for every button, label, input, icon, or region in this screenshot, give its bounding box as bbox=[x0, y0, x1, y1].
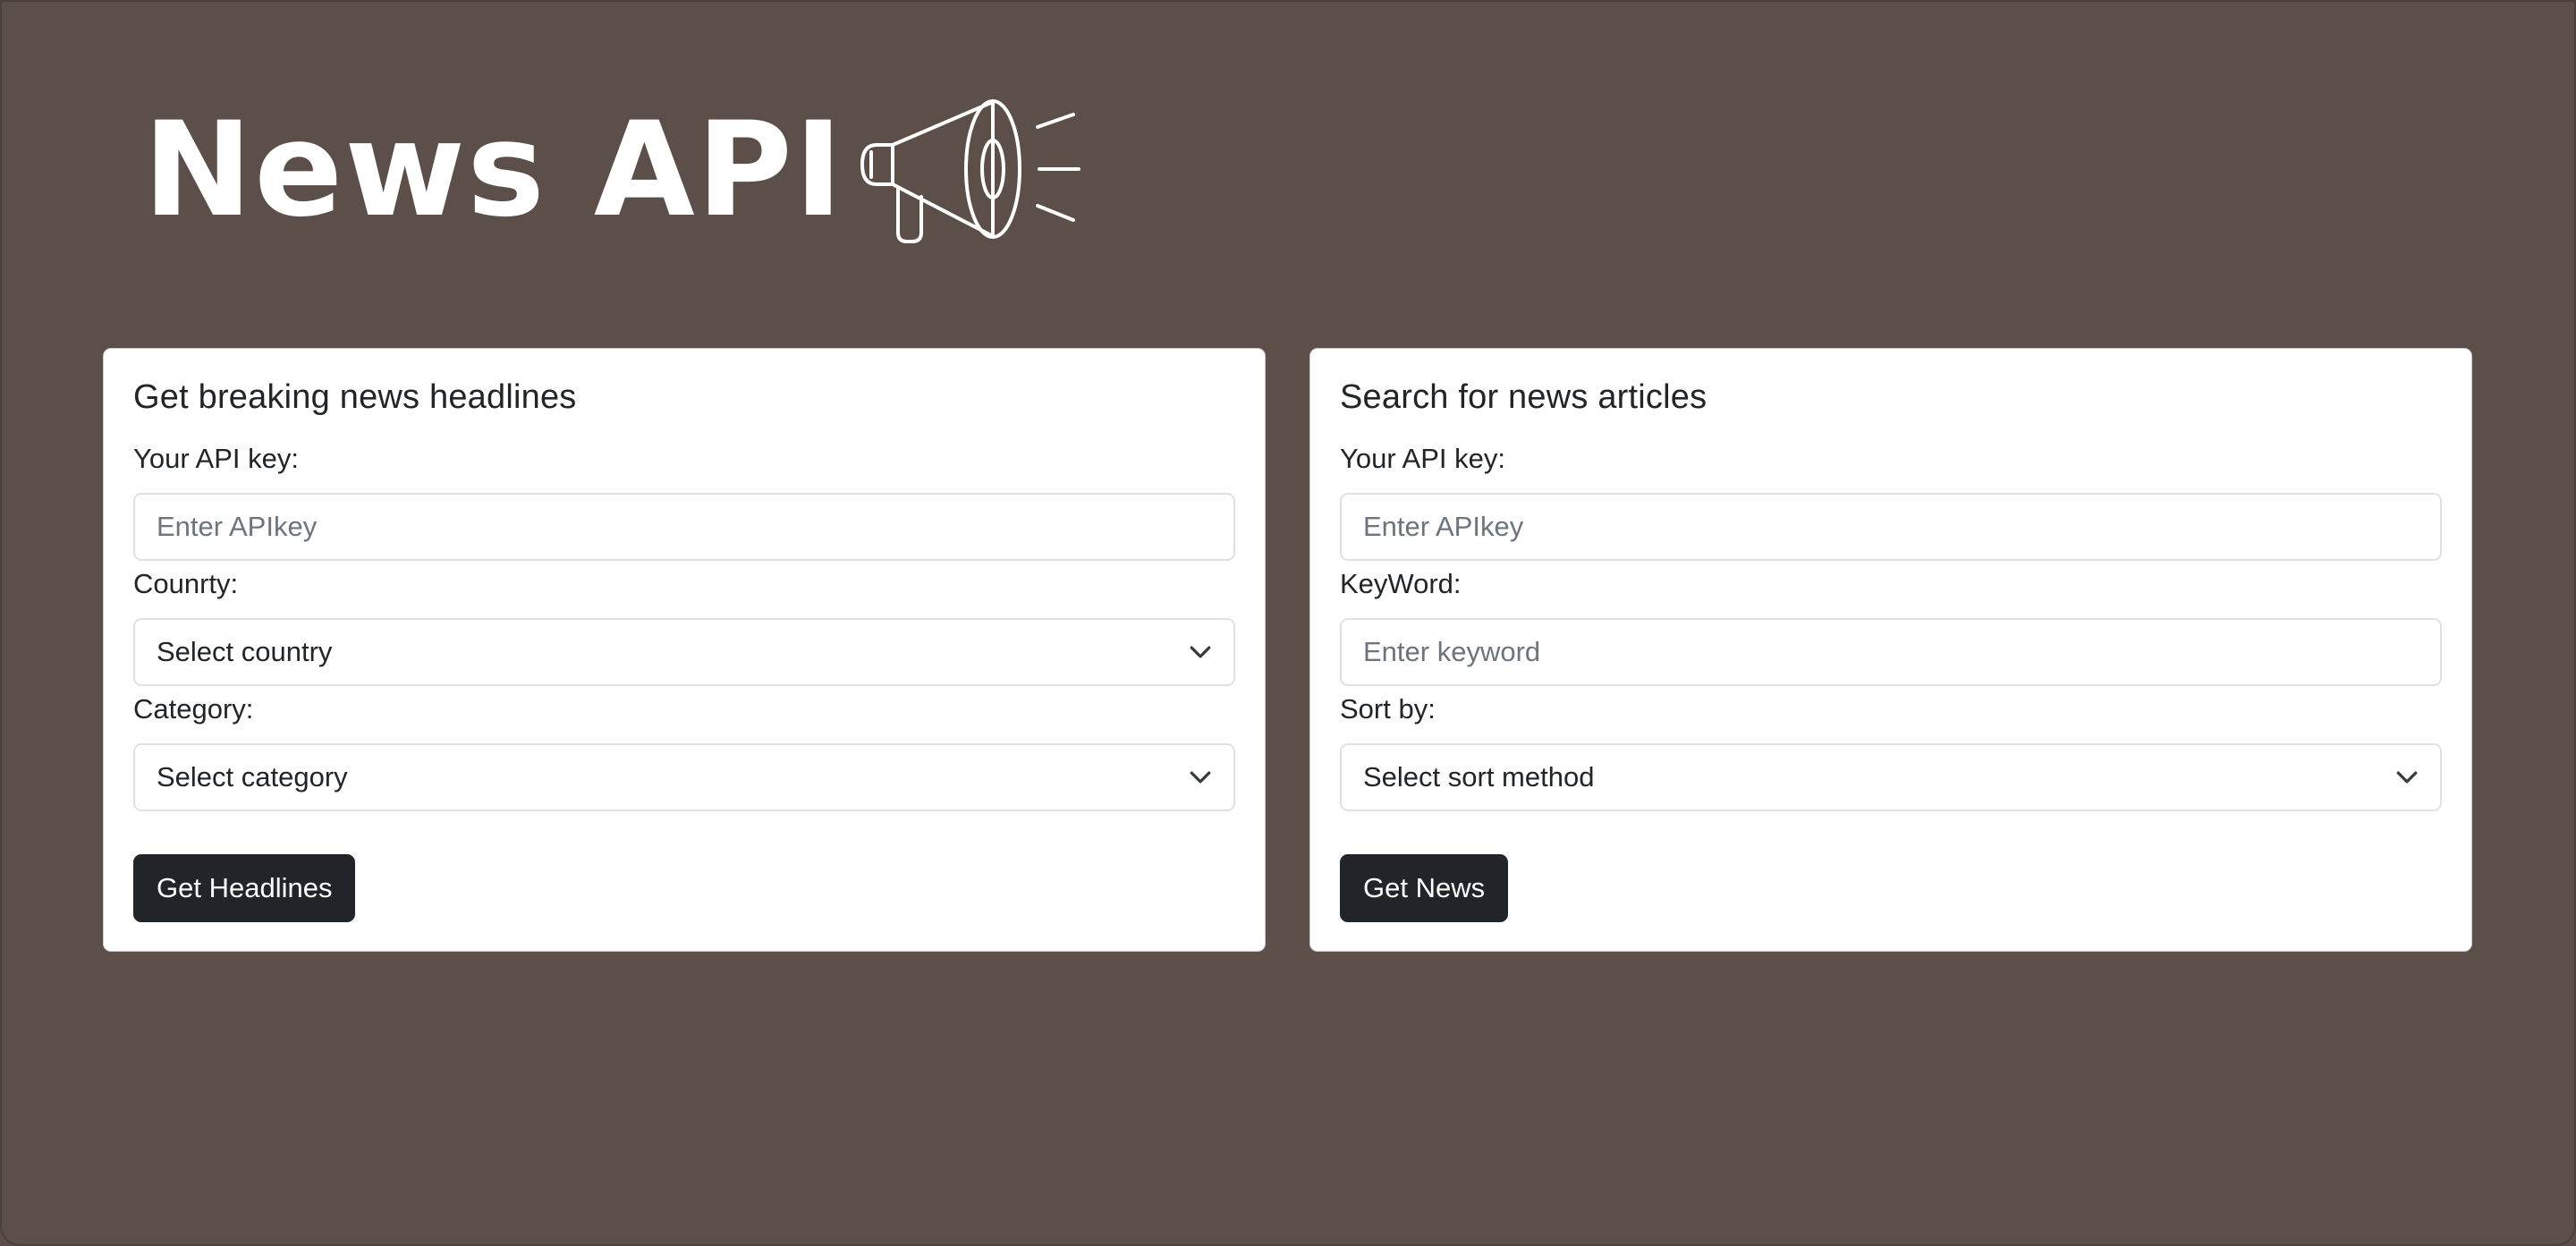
sort-select[interactable]: Select sort method bbox=[1340, 743, 2442, 811]
headlines-card-title: Get breaking news headlines bbox=[133, 378, 577, 416]
keyword-input[interactable] bbox=[1340, 618, 2442, 686]
headlines-card: Get breaking news headlines Your API key… bbox=[103, 348, 1266, 952]
get-headlines-button[interactable]: Get Headlines bbox=[133, 854, 356, 922]
country-select[interactable]: Select country bbox=[133, 618, 1235, 686]
search-api-key-input[interactable] bbox=[1340, 493, 2442, 561]
category-select[interactable]: Select category bbox=[133, 743, 1235, 811]
category-label: Category: bbox=[133, 693, 254, 725]
headlines-api-key-input[interactable] bbox=[133, 493, 1235, 561]
megaphone-icon bbox=[860, 99, 1081, 243]
search-card: Search for news articles Your API key: K… bbox=[1309, 348, 2472, 952]
logo: News API bbox=[143, 89, 1082, 250]
country-select-value: Select country bbox=[157, 636, 333, 667]
keyword-label: KeyWord: bbox=[1340, 568, 1462, 599]
get-news-button[interactable]: Get News bbox=[1340, 854, 1509, 922]
country-label: Counrty: bbox=[133, 568, 239, 599]
logo-text: News API bbox=[143, 94, 845, 246]
chevron-down-icon bbox=[1190, 771, 1211, 784]
sort-select-value: Select sort method bbox=[1363, 761, 1595, 793]
search-api-key-label: Your API key: bbox=[1340, 443, 1505, 474]
sort-label: Sort by: bbox=[1340, 693, 1436, 725]
headlines-api-key-label: Your API key: bbox=[133, 443, 299, 474]
search-card-title: Search for news articles bbox=[1340, 378, 1707, 416]
chevron-down-icon bbox=[1190, 646, 1211, 658]
chevron-down-icon bbox=[2396, 771, 2418, 784]
category-select-value: Select category bbox=[157, 761, 348, 793]
